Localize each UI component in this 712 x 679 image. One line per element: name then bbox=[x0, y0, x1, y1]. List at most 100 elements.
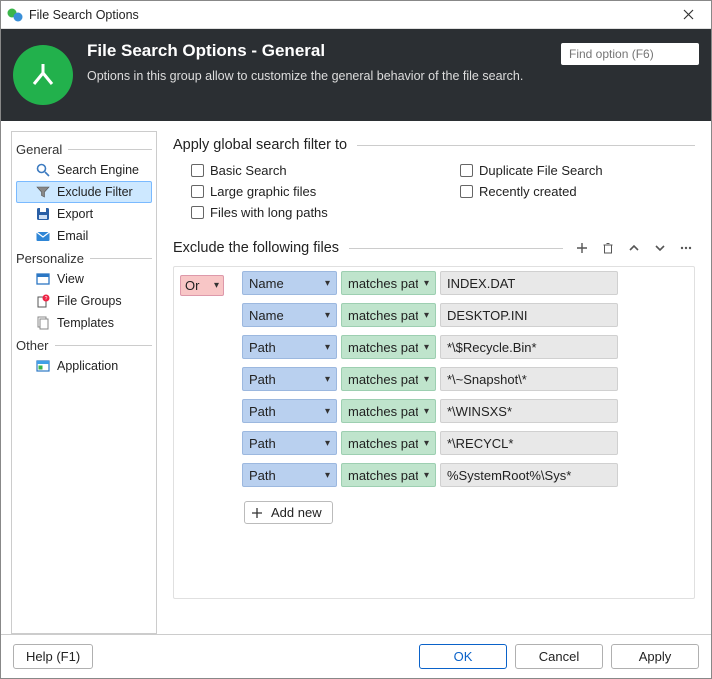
plus-icon bbox=[575, 241, 589, 255]
chevron-down-icon: ▾ bbox=[325, 278, 330, 289]
apply-filter-heading: Apply global search filter to bbox=[173, 137, 695, 153]
delete-rule-button[interactable] bbox=[601, 241, 617, 255]
chevron-down-icon: ▾ bbox=[424, 374, 429, 385]
nav-label: Search Engine bbox=[57, 163, 139, 177]
move-up-button[interactable] bbox=[627, 241, 643, 255]
titlebar: File Search Options bbox=[1, 1, 711, 29]
trash-icon bbox=[601, 241, 615, 255]
rule-field-select[interactable]: Name▾ bbox=[242, 303, 337, 327]
page-title: File Search Options - General bbox=[87, 41, 547, 61]
chevron-down-icon: ▾ bbox=[424, 342, 429, 353]
checkbox-icon bbox=[460, 164, 473, 177]
mail-icon bbox=[35, 228, 51, 244]
nav-tree: General Search Engine Exclude Filter Exp… bbox=[11, 131, 157, 634]
nav-label: View bbox=[57, 272, 84, 286]
chevron-down-icon: ▾ bbox=[424, 438, 429, 449]
chevron-down-icon: ▾ bbox=[325, 310, 330, 321]
chk-files-long-paths[interactable]: Files with long paths bbox=[191, 205, 420, 220]
apply-button[interactable]: Apply bbox=[611, 644, 699, 669]
save-icon bbox=[35, 206, 51, 222]
chk-large-graphic-files[interactable]: Large graphic files bbox=[191, 184, 420, 199]
header-band: File Search Options - General Options in… bbox=[1, 29, 711, 121]
nav-item-export[interactable]: Export bbox=[16, 203, 152, 225]
chk-recently-created[interactable]: Recently created bbox=[460, 184, 689, 199]
pages-icon: ? bbox=[35, 293, 51, 309]
nav-item-file-groups[interactable]: ? File Groups bbox=[16, 290, 152, 312]
nav-label: Templates bbox=[57, 316, 114, 330]
rule-value-input[interactable]: *\WINSXS* bbox=[440, 399, 618, 423]
rule-field-select[interactable]: Path▾ bbox=[242, 463, 337, 487]
search-icon bbox=[35, 162, 51, 178]
chevron-down-icon: ▾ bbox=[325, 374, 330, 385]
rule-field-select[interactable]: Name▾ bbox=[242, 271, 337, 295]
rule-op-select[interactable]: matches patte▾ bbox=[341, 399, 436, 423]
chk-duplicate-file-search[interactable]: Duplicate File Search bbox=[460, 163, 689, 178]
nav-label: File Groups bbox=[57, 294, 122, 308]
checkbox-icon bbox=[191, 206, 204, 219]
footer: Help (F1) OK Cancel Apply bbox=[1, 634, 711, 678]
plus-icon bbox=[251, 507, 263, 519]
main-panel: Apply global search filter to Basic Sear… bbox=[167, 131, 701, 634]
chevron-down-icon: ▾ bbox=[424, 406, 429, 417]
rule-op-select[interactable]: matches patte▾ bbox=[341, 303, 436, 327]
nav-heading-personalize: Personalize bbox=[16, 251, 152, 266]
rule-value-input[interactable]: %SystemRoot%\Sys* bbox=[440, 463, 618, 487]
help-button[interactable]: Help (F1) bbox=[13, 644, 93, 669]
close-button[interactable] bbox=[667, 1, 709, 29]
ok-button[interactable]: OK bbox=[419, 644, 507, 669]
chevron-up-icon bbox=[627, 241, 641, 255]
app-icon bbox=[7, 7, 23, 23]
funnel-icon bbox=[35, 184, 51, 200]
add-new-button[interactable]: Add new bbox=[244, 501, 333, 524]
rule-value-input[interactable]: INDEX.DAT bbox=[440, 271, 618, 295]
nav-item-view[interactable]: View bbox=[16, 268, 152, 290]
rule-op-select[interactable]: matches patte▾ bbox=[341, 271, 436, 295]
nav-label: Export bbox=[57, 207, 93, 221]
chevron-down-icon: ▾ bbox=[325, 470, 330, 481]
rule-field-select[interactable]: Path▾ bbox=[242, 367, 337, 391]
rule-op-select[interactable]: matches patte▾ bbox=[341, 431, 436, 455]
chevron-down-icon: ▾ bbox=[214, 280, 219, 291]
chevron-down-icon: ▾ bbox=[424, 310, 429, 321]
nav-item-exclude-filter[interactable]: Exclude Filter bbox=[16, 181, 152, 203]
chevron-down-icon: ▾ bbox=[424, 278, 429, 289]
nav-label: Application bbox=[57, 359, 118, 373]
svg-text:?: ? bbox=[45, 296, 48, 302]
chevron-down-icon: ▾ bbox=[325, 406, 330, 417]
nav-heading-other: Other bbox=[16, 338, 152, 353]
find-option-input[interactable] bbox=[567, 46, 712, 62]
rules-panel: Or▾ Name▾ matches patte▾ INDEX.DAT Name▾… bbox=[173, 266, 695, 599]
rule-op-select[interactable]: matches patte▾ bbox=[341, 463, 436, 487]
more-button[interactable] bbox=[679, 241, 695, 255]
logic-selector[interactable]: Or▾ bbox=[180, 275, 224, 296]
move-down-button[interactable] bbox=[653, 241, 669, 255]
nav-label: Exclude Filter bbox=[57, 185, 133, 199]
nav-item-templates[interactable]: Templates bbox=[16, 312, 152, 334]
header-logo-icon bbox=[13, 45, 73, 105]
rule-op-select[interactable]: matches patte▾ bbox=[341, 335, 436, 359]
chk-basic-search[interactable]: Basic Search bbox=[191, 163, 420, 178]
find-option-box[interactable] bbox=[561, 43, 699, 65]
exclude-heading: Exclude the following files bbox=[173, 240, 695, 256]
window-icon bbox=[35, 271, 51, 287]
rule-field-select[interactable]: Path▾ bbox=[242, 399, 337, 423]
nav-item-search-engine[interactable]: Search Engine bbox=[16, 159, 152, 181]
nav-item-email[interactable]: Email bbox=[16, 225, 152, 247]
rule-value-input[interactable]: *\~Snapshot\* bbox=[440, 367, 618, 391]
close-icon bbox=[683, 9, 694, 20]
application-icon bbox=[35, 358, 51, 374]
nav-item-application[interactable]: Application bbox=[16, 355, 152, 377]
rule-op-select[interactable]: matches patte▾ bbox=[341, 367, 436, 391]
rule-field-select[interactable]: Path▾ bbox=[242, 335, 337, 359]
rule-field-select[interactable]: Path▾ bbox=[242, 431, 337, 455]
rule-value-input[interactable]: *\RECYCL* bbox=[440, 431, 618, 455]
nav-heading-general: General bbox=[16, 142, 152, 157]
checkbox-icon bbox=[191, 185, 204, 198]
rule-value-input[interactable]: *\$Recycle.Bin* bbox=[440, 335, 618, 359]
rule-value-input[interactable]: DESKTOP.INI bbox=[440, 303, 618, 327]
chevron-down-icon bbox=[653, 241, 667, 255]
add-rule-button[interactable] bbox=[575, 241, 591, 255]
cancel-button[interactable]: Cancel bbox=[515, 644, 603, 669]
chevron-down-icon: ▾ bbox=[325, 438, 330, 449]
dots-icon bbox=[679, 241, 693, 255]
